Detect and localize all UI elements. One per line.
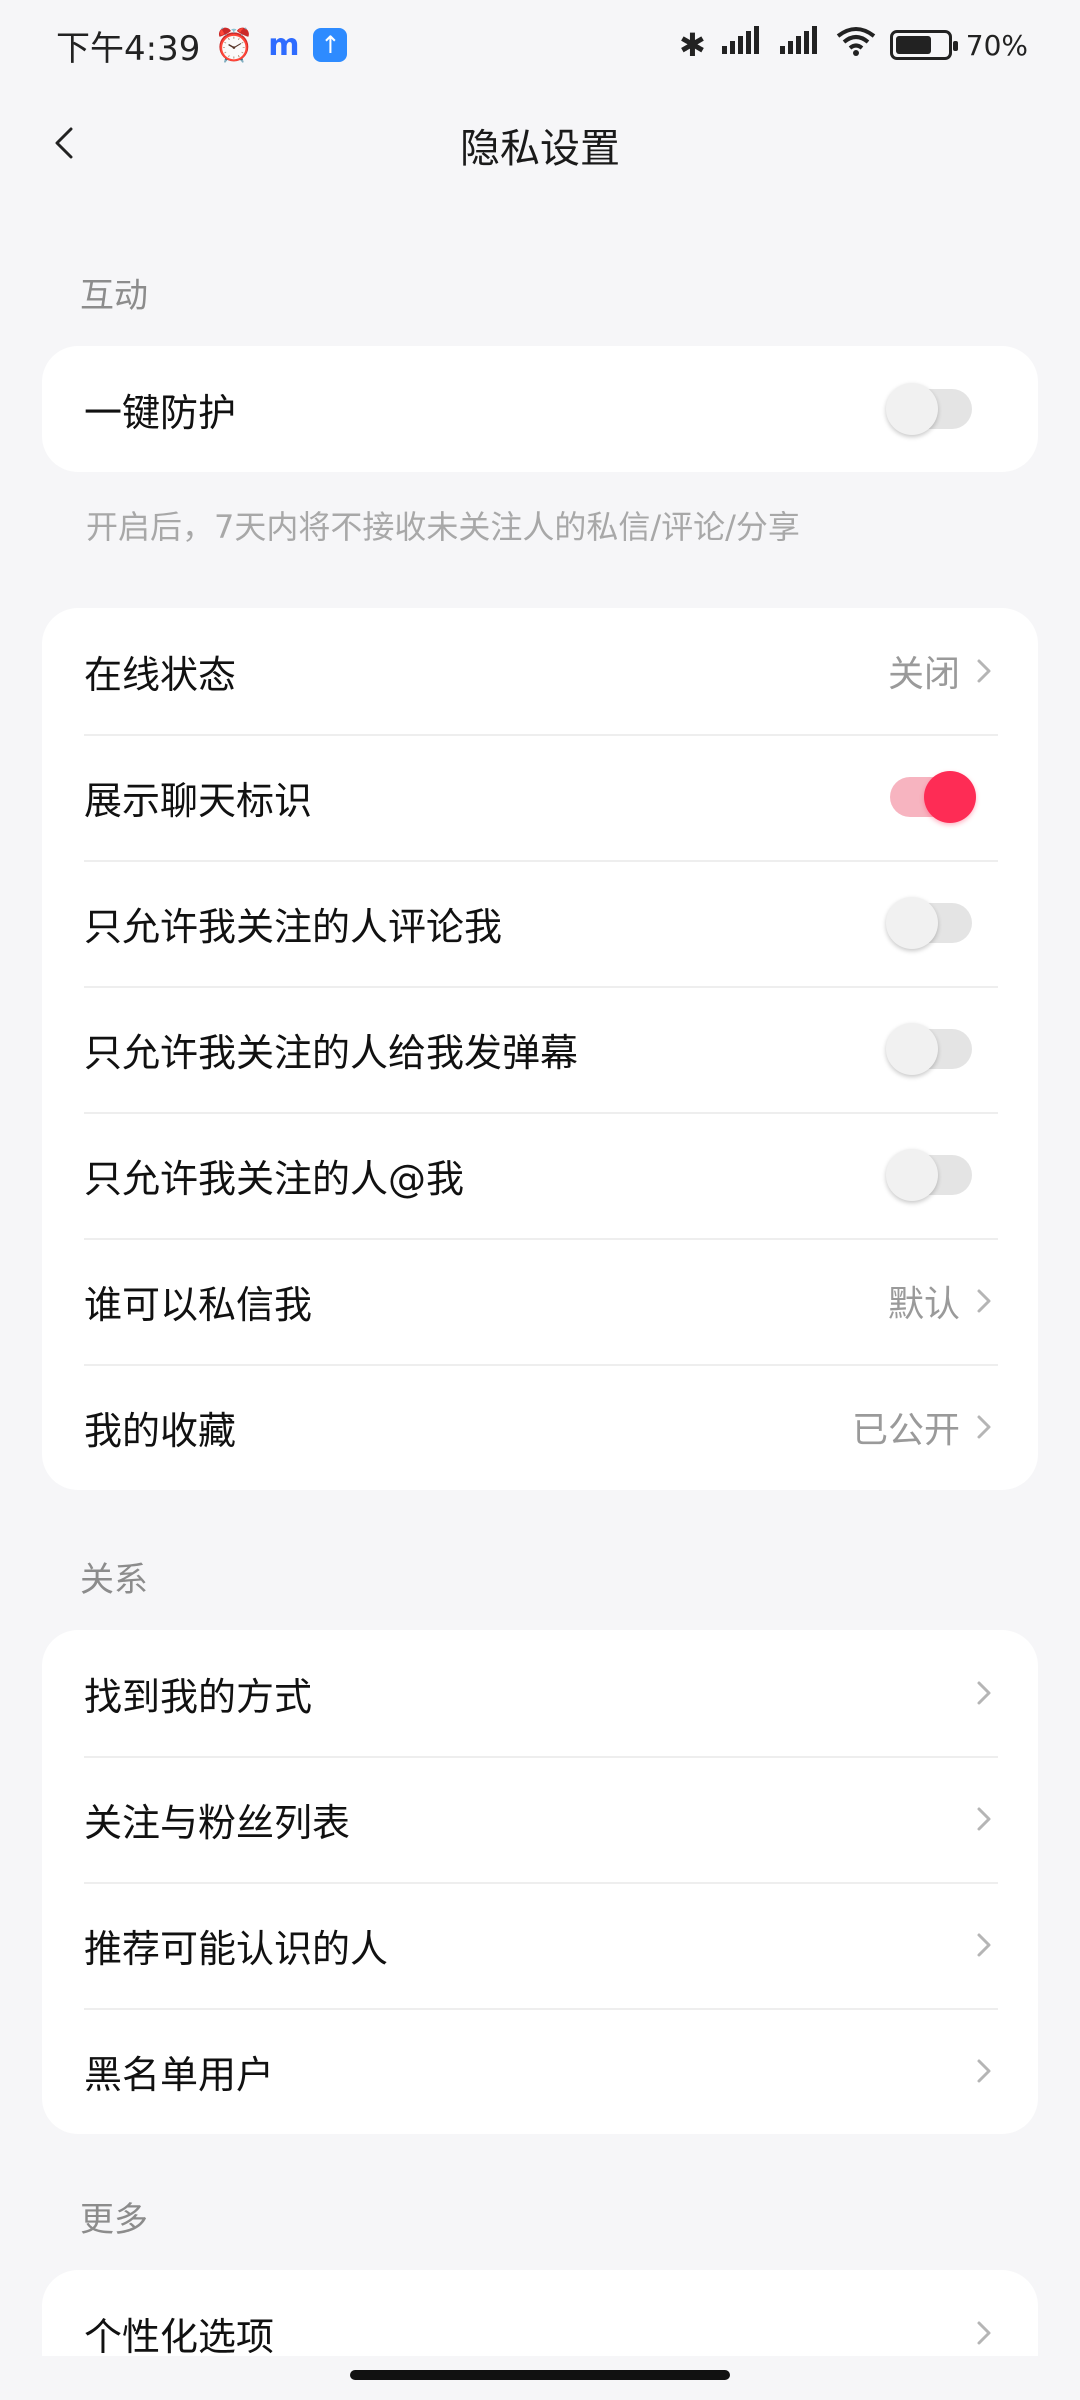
status-right: ✱ 70% — [679, 26, 1028, 64]
card-interaction-settings: 在线状态 关闭 展示聊天标识 只允许我关注的人评论我 只允许我关注的人给我发弹幕… — [42, 608, 1038, 1490]
row-follow-fans-list[interactable]: 关注与粉丝列表 — [42, 1756, 1038, 1882]
toggle-knob — [886, 897, 938, 949]
row-label: 只允许我关注的人给我发弹幕 — [84, 1030, 579, 1075]
chevron-right-icon — [970, 654, 998, 688]
hd-signal-icon — [720, 26, 764, 64]
battery-percent: 70% — [965, 28, 1028, 62]
my-favorites-value: 已公开 — [851, 1410, 960, 1451]
one-key-protection-toggle[interactable] — [886, 383, 972, 435]
alarm-icon: ⏰ — [214, 26, 255, 64]
row-one-key-protection[interactable]: 一键防护 — [42, 346, 1038, 472]
status-bar: 下午4:39 ⏰ m ↑ ✱ 70% — [0, 0, 1080, 90]
card-one-key: 一键防护 — [42, 346, 1038, 472]
row-right: 关闭 — [888, 645, 998, 697]
row-label: 我的收藏 — [84, 1408, 237, 1453]
one-key-hint: 开启后，7天内将不接收未关注人的私信/评论/分享 — [86, 508, 800, 546]
card-relations: 找到我的方式 关注与粉丝列表 推荐可能认识的人 黑名单用户 — [42, 1630, 1038, 2134]
danmaku-only-following-toggle[interactable] — [886, 1023, 972, 1075]
wifi-icon — [836, 26, 876, 64]
toggle-knob — [886, 383, 938, 435]
row-show-chat-badge[interactable]: 展示聊天标识 — [42, 734, 1038, 860]
row-my-favorites[interactable]: 我的收藏 已公开 — [42, 1364, 1038, 1490]
battery-icon — [889, 30, 958, 60]
online-status-value: 关闭 — [887, 654, 960, 695]
bluetooth-icon: ✱ — [678, 26, 706, 64]
chevron-right-icon — [970, 1676, 998, 1710]
mention-only-following-toggle[interactable] — [886, 1149, 972, 1201]
row-mention-only-following[interactable]: 只允许我关注的人@我 — [42, 1112, 1038, 1238]
row-find-me[interactable]: 找到我的方式 — [42, 1630, 1038, 1756]
top-bar: 隐私设置 — [0, 78, 1080, 208]
row-label: 一键防护 — [84, 390, 237, 435]
section-label-more: 更多 — [80, 2200, 148, 2240]
chevron-right-icon — [970, 2316, 998, 2350]
show-chat-badge-toggle[interactable] — [890, 771, 976, 823]
hd-signal-icon — [778, 26, 822, 64]
battery-fill — [895, 36, 931, 54]
toggle-knob — [886, 1149, 938, 1201]
page-title: 隐私设置 — [460, 126, 620, 172]
chevron-right-icon — [970, 1284, 998, 1318]
chevron-right-icon — [970, 1410, 998, 1444]
row-label: 只允许我关注的人@我 — [84, 1156, 465, 1201]
home-indicator[interactable] — [350, 2370, 730, 2380]
row-label: 关注与粉丝列表 — [84, 1800, 351, 1845]
row-label: 黑名单用户 — [84, 2052, 275, 2097]
m-app-icon: m — [268, 27, 300, 63]
section-label-interaction: 互动 — [80, 276, 148, 316]
status-left: 下午4:39 ⏰ m ↑ — [56, 21, 348, 70]
chevron-right-icon — [970, 2054, 998, 2088]
row-recommend-people[interactable]: 推荐可能认识的人 — [42, 1882, 1038, 2008]
row-blacklist[interactable]: 黑名单用户 — [42, 2008, 1038, 2134]
toggle-knob — [924, 771, 976, 823]
comment-only-following-toggle[interactable] — [886, 897, 972, 949]
chevron-right-icon — [970, 1928, 998, 1962]
row-comment-only-following[interactable]: 只允许我关注的人评论我 — [42, 860, 1038, 986]
upload-app-icon: ↑ — [313, 28, 348, 62]
row-label: 推荐可能认识的人 — [84, 1926, 389, 1971]
status-time: 下午4:39 — [56, 28, 201, 69]
row-label: 在线状态 — [84, 652, 237, 697]
row-right: 默认 — [888, 1275, 998, 1327]
row-online-status[interactable]: 在线状态 关闭 — [42, 608, 1038, 734]
toggle-knob — [886, 1023, 938, 1075]
row-label: 展示聊天标识 — [84, 778, 313, 823]
row-who-can-dm[interactable]: 谁可以私信我 默认 — [42, 1238, 1038, 1364]
row-label: 谁可以私信我 — [84, 1282, 313, 1327]
row-label: 找到我的方式 — [84, 1674, 313, 1719]
row-label: 只允许我关注的人评论我 — [84, 904, 503, 949]
chevron-right-icon — [970, 1802, 998, 1836]
row-danmaku-only-following[interactable]: 只允许我关注的人给我发弹幕 — [42, 986, 1038, 1112]
section-label-relations: 关系 — [80, 1560, 148, 1600]
who-can-dm-value: 默认 — [887, 1284, 960, 1325]
row-right: 已公开 — [852, 1401, 998, 1453]
row-label: 个性化选项 — [84, 2314, 275, 2359]
